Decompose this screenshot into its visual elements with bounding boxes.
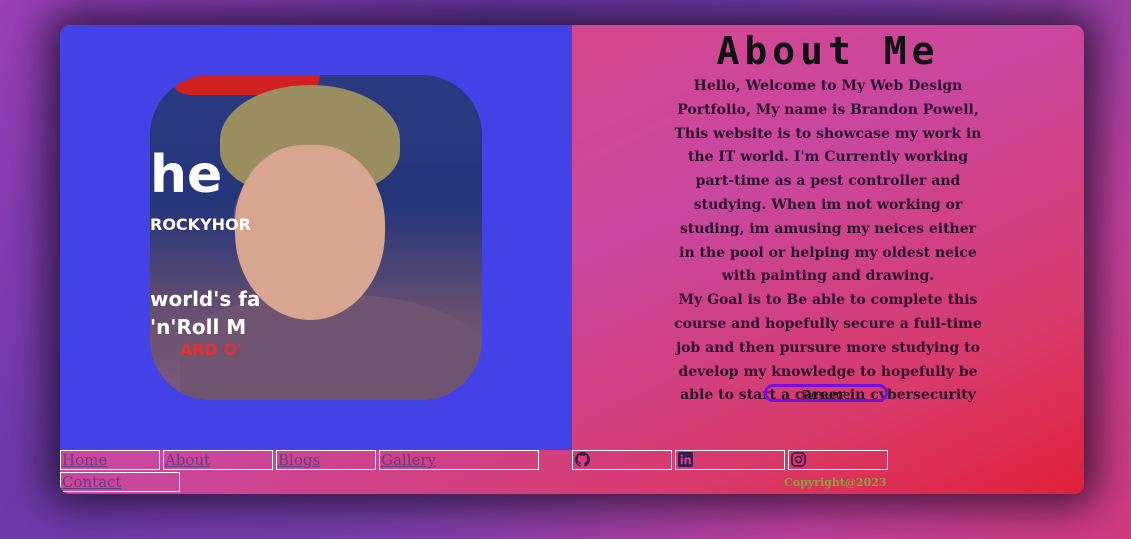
instagram-icon: [791, 452, 806, 467]
about-text: Hello, Welcome to My Web Design Portfoli…: [673, 75, 983, 408]
nav-home-link[interactable]: Home: [60, 450, 160, 470]
photo-panel: he ROCKYHOR world's fa 'n'Roll M ARD O': [60, 25, 572, 450]
github-icon: [575, 452, 590, 467]
instagram-link[interactable]: [788, 450, 888, 470]
photo-sign-text: ARD O': [180, 340, 243, 359]
linkedin-icon: [678, 452, 693, 467]
photo-sign-text: world's fa: [150, 287, 261, 311]
profile-photo: he ROCKYHOR world's fa 'n'Roll M ARD O': [150, 75, 482, 400]
about-paragraph: Hello, Welcome to My Web Design Portfoli…: [674, 78, 982, 285]
photo-sign-text: he: [150, 145, 223, 205]
nav-gallery-link[interactable]: Gallery: [379, 450, 539, 470]
nav-blogs-link[interactable]: Blogs: [276, 450, 376, 470]
photo-sign-text: ROCKYHOR: [150, 215, 251, 234]
photo-sign-text: 'n'Roll M: [150, 315, 247, 339]
nav-contact-link[interactable]: Contact: [60, 472, 180, 492]
linkedin-link[interactable]: [675, 450, 785, 470]
about-title: About Me: [716, 29, 940, 73]
copyright-text: Copyright@2023: [784, 476, 887, 489]
github-link[interactable]: [572, 450, 672, 470]
resume-button[interactable]: Resume: [764, 384, 888, 402]
nav-about-link[interactable]: About: [163, 450, 273, 470]
portfolio-card: he ROCKYHOR world's fa 'n'Roll M ARD O' …: [60, 25, 1084, 494]
